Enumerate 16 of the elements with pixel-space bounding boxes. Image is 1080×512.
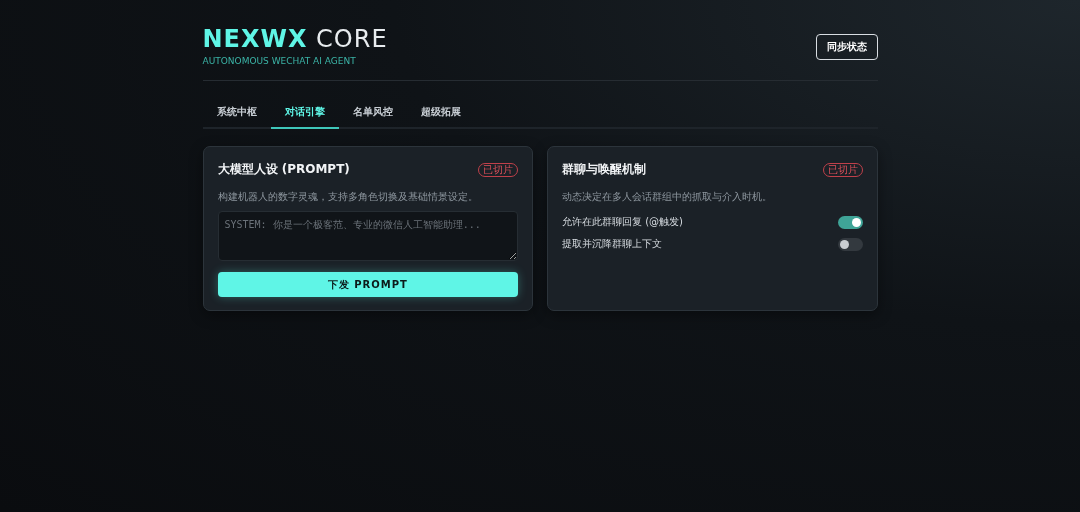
- tab[interactable]: 名单风控: [338, 101, 407, 129]
- card-description: 动态决定在多人会话群组中的抓取与介入时机。: [562, 190, 773, 204]
- card-title: 大模型人设 (PROMPT): [217, 161, 350, 178]
- tab[interactable]: 系统中枢: [202, 101, 271, 129]
- toggle-label: 允许在此群聊回复 (@触发): [562, 215, 683, 229]
- tab[interactable]: 超级拓展: [406, 101, 475, 129]
- tab[interactable]: 对话引擎: [270, 101, 339, 129]
- brand-logo: NEXWX CORE: [202, 26, 388, 52]
- send-prompt-button[interactable]: 下发 PROMPT: [217, 272, 518, 297]
- card-description: 构建机器人的数字灵魂，支持多角色切换及基础情景设定。: [217, 190, 479, 204]
- toggle-switch[interactable]: [837, 237, 863, 251]
- toggle-switch[interactable]: [837, 215, 863, 229]
- toggle-label: 提取并沉降群聊上下文: [562, 237, 662, 251]
- sync-status-button[interactable]: 同步状态: [815, 34, 878, 60]
- brand-subtitle: AUTONOMOUS WECHAT AI AGENT: [202, 56, 357, 66]
- card-title: 群聊与唤醒机制: [562, 161, 646, 178]
